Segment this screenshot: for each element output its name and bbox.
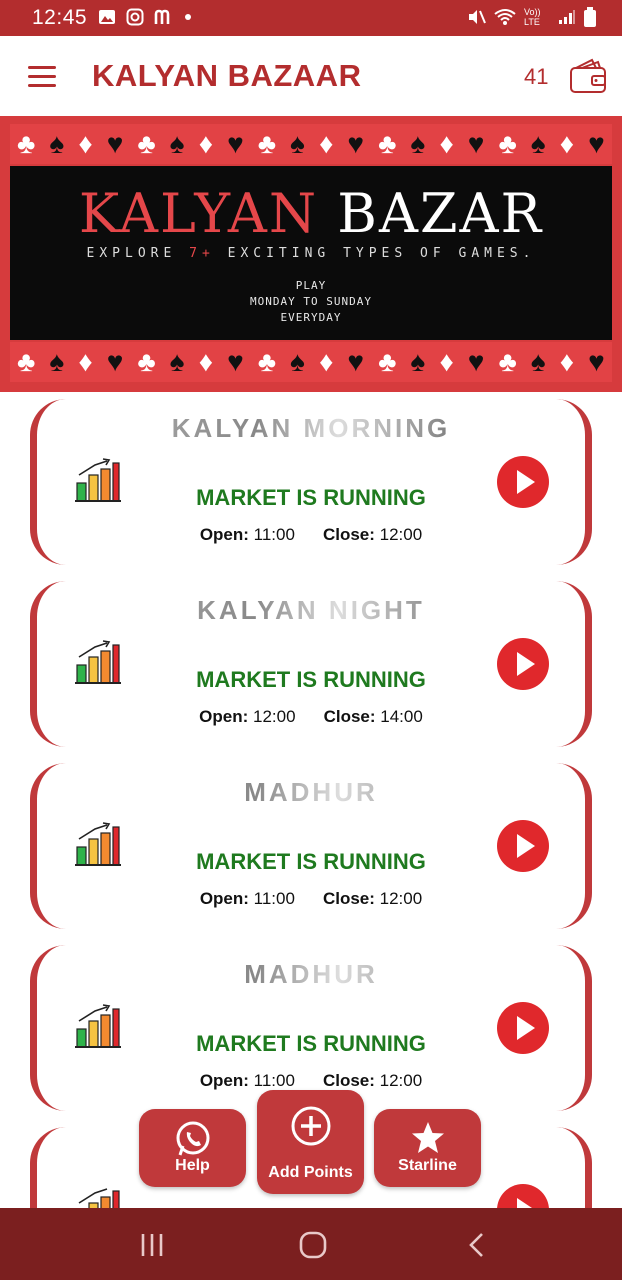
market-card[interactable]: KALYAN MORNING MARKET IS RUNNING Open: 1… (30, 399, 592, 565)
battery-icon (584, 7, 596, 27)
instagram-icon (126, 8, 144, 26)
starline-button[interactable]: Starline (374, 1109, 481, 1187)
play-button[interactable] (497, 1002, 549, 1054)
star-icon (411, 1122, 444, 1153)
back-icon[interactable] (462, 1230, 492, 1260)
banner-content: KALYAN BAZAR EXPLORE 7+ EXCITING TYPES O… (10, 166, 612, 340)
home-icon[interactable] (298, 1230, 328, 1260)
market-times: Open: 11:00 Close: 12:00 (199, 1071, 423, 1090)
market-name: MADHUR (37, 777, 585, 808)
signal-icon (559, 10, 575, 24)
help-button[interactable]: Help (139, 1109, 246, 1187)
whatsapp-icon (176, 1121, 209, 1156)
card-suits-border-bottom: ♣ ♠ ♦ ♥ ♣ ♠ ♦ ♥ ♣ ♠ ♦ ♥ ♣ ♠ ♦ ♥ ♣ ♠ ♦ ♥ (10, 342, 612, 382)
wallet-icon[interactable] (568, 56, 608, 96)
play-button[interactable] (497, 638, 549, 690)
recent-apps-icon[interactable] (137, 1230, 167, 1260)
menu-icon[interactable] (28, 66, 56, 88)
add-points-button[interactable]: Add Points (257, 1090, 364, 1194)
help-label: Help (175, 1157, 210, 1174)
dot-icon (185, 14, 191, 20)
mute-icon (469, 10, 486, 24)
play-button[interactable] (497, 456, 549, 508)
banner-tagline: EXPLORE 7+ EXCITING TYPES OF GAMES. (86, 246, 536, 261)
market-name: KALYAN NIGHT (37, 595, 585, 626)
market-times: Open: 12:00 Close: 14:00 (199, 707, 423, 726)
points-balance: 41 (524, 64, 549, 89)
add-points-label: Add Points (268, 1164, 353, 1181)
wifi-icon (494, 9, 516, 25)
starline-label: Starline (398, 1157, 457, 1174)
status-time: 12:45 (32, 6, 88, 29)
add-circle-icon (291, 1106, 330, 1146)
market-card[interactable]: MADHUR MARKET IS RUNNING Open: 11:00 Clos… (30, 945, 592, 1111)
market-times: Open: 11:00 Close: 12:00 (199, 889, 423, 908)
market-times: Open: 11:00 Close: 12:00 (199, 525, 423, 544)
card-suits-border-top: ♣ ♠ ♦ ♥ ♣ ♠ ♦ ♥ ♣ ♠ ♦ ♥ ♣ ♠ ♦ ♥ ♣ ♠ ♦ ♥ (10, 124, 612, 164)
status-bar: 12:45 Vo)) LTE (0, 0, 622, 36)
play-button[interactable] (497, 820, 549, 872)
banner-brand: KALYAN BAZAR (78, 182, 544, 245)
system-nav-bar (0, 1208, 622, 1280)
page-title: KALYAN BAZAAR (92, 58, 362, 93)
app-bar: KALYAN BAZAAR 41 (0, 36, 622, 116)
banner-schedule: PLAY MONDAY TO SUNDAY EVERYDAY (250, 279, 372, 324)
market-name: KALYAN MORNING (37, 413, 585, 444)
market-card[interactable]: MADHUR MARKET IS RUNNING Open: 11:00 Clos… (30, 763, 592, 929)
market-card[interactable]: KALYAN NIGHT MARKET IS RUNNING Open: 12:… (30, 581, 592, 747)
volte-label: Vo)) LTE (524, 7, 541, 27)
gallery-icon (99, 10, 115, 24)
m-app-icon (154, 9, 170, 24)
market-name: MADHUR (37, 959, 585, 990)
promo-banner[interactable]: ♣ ♠ ♦ ♥ ♣ ♠ ♦ ♥ ♣ ♠ ♦ ♥ ♣ ♠ ♦ ♥ ♣ ♠ ♦ ♥ KALYAN BAZAR EXPLOR… (0, 116, 622, 392)
